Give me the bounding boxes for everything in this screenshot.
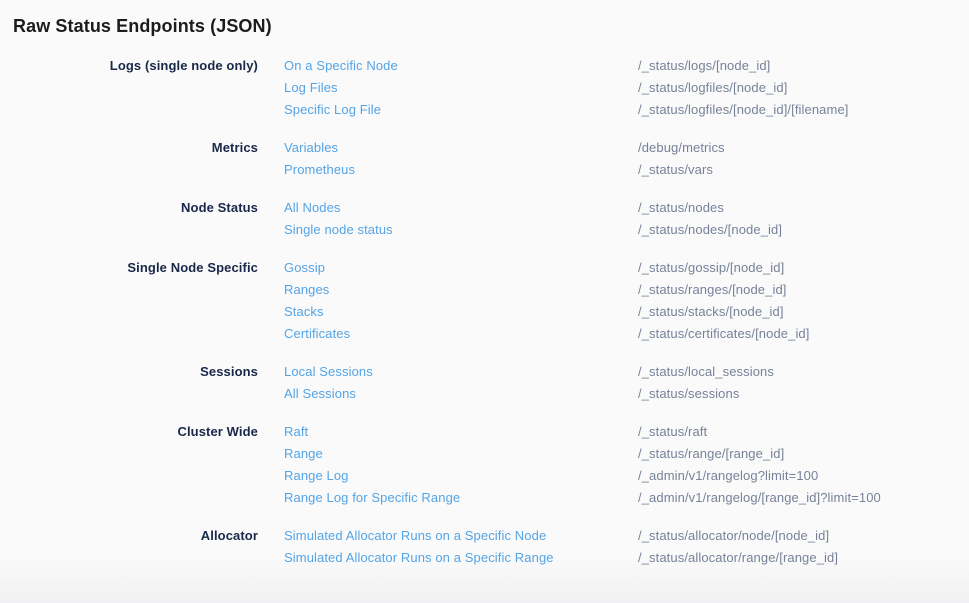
endpoint-group: Cluster Wide Raft /_status/raft Range /_…	[0, 421, 969, 509]
endpoint-path: /_status/certificates/[node_id]	[638, 323, 969, 345]
endpoint-path: /_status/range/[range_id]	[638, 443, 969, 465]
endpoint-path: /_status/stacks/[node_id]	[638, 301, 969, 323]
endpoint-path: /_status/nodes	[638, 197, 969, 219]
endpoint-link[interactable]: Range	[284, 443, 638, 465]
category-label: Metrics	[0, 137, 258, 181]
endpoint-link[interactable]: Range Log for Specific Range	[284, 487, 638, 509]
endpoint-row: Range /_status/range/[range_id]	[258, 443, 969, 465]
endpoint-path: /_status/logfiles/[node_id]	[638, 77, 969, 99]
category-label: Allocator	[0, 525, 258, 569]
endpoint-row: Simulated Allocator Runs on a Specific R…	[258, 547, 969, 569]
endpoint-group: Logs (single node only) On a Specific No…	[0, 55, 969, 121]
endpoint-path: /debug/metrics	[638, 137, 969, 159]
endpoint-link[interactable]: Range Log	[284, 465, 638, 487]
endpoint-link[interactable]: Log Files	[284, 77, 638, 99]
endpoint-link[interactable]: Simulated Allocator Runs on a Specific R…	[284, 547, 638, 569]
endpoint-path: /_status/nodes/[node_id]	[638, 219, 969, 241]
endpoint-group: Allocator Simulated Allocator Runs on a …	[0, 525, 969, 569]
raw-status-endpoints-page: Raw Status Endpoints (JSON) Logs (single…	[0, 0, 969, 569]
endpoint-row: Prometheus /_status/vars	[258, 159, 969, 181]
endpoint-path: /_status/ranges/[node_id]	[638, 279, 969, 301]
endpoint-link[interactable]: Specific Log File	[284, 99, 638, 121]
endpoint-row: All Nodes /_status/nodes	[258, 197, 969, 219]
group-rows: Raft /_status/raft Range /_status/range/…	[258, 421, 969, 509]
endpoint-row: Ranges /_status/ranges/[node_id]	[258, 279, 969, 301]
endpoint-row: All Sessions /_status/sessions	[258, 383, 969, 405]
endpoint-row: Certificates /_status/certificates/[node…	[258, 323, 969, 345]
endpoint-link[interactable]: Simulated Allocator Runs on a Specific N…	[284, 525, 638, 547]
endpoint-link[interactable]: Ranges	[284, 279, 638, 301]
endpoint-link[interactable]: Variables	[284, 137, 638, 159]
endpoint-path: /_status/vars	[638, 159, 969, 181]
endpoint-path: /_status/gossip/[node_id]	[638, 257, 969, 279]
endpoint-link[interactable]: Single node status	[284, 219, 638, 241]
category-label: Cluster Wide	[0, 421, 258, 509]
endpoint-row: Gossip /_status/gossip/[node_id]	[258, 257, 969, 279]
endpoint-row: Stacks /_status/stacks/[node_id]	[258, 301, 969, 323]
category-label: Sessions	[0, 361, 258, 405]
endpoint-row: On a Specific Node /_status/logs/[node_i…	[258, 55, 969, 77]
endpoint-link[interactable]: Certificates	[284, 323, 638, 345]
group-rows: Gossip /_status/gossip/[node_id] Ranges …	[258, 257, 969, 345]
endpoint-path: /_admin/v1/rangelog/[range_id]?limit=100	[638, 487, 969, 509]
endpoint-group: Single Node Specific Gossip /_status/gos…	[0, 257, 969, 345]
page-title: Raw Status Endpoints (JSON)	[13, 14, 969, 38]
endpoint-group: Sessions Local Sessions /_status/local_s…	[0, 361, 969, 405]
endpoint-path: /_status/logfiles/[node_id]/[filename]	[638, 99, 969, 121]
endpoint-group: Node Status All Nodes /_status/nodes Sin…	[0, 197, 969, 241]
endpoint-row: Range Log for Specific Range /_admin/v1/…	[258, 487, 969, 509]
endpoint-path: /_status/allocator/node/[node_id]	[638, 525, 969, 547]
endpoint-link[interactable]: On a Specific Node	[284, 55, 638, 77]
category-label: Logs (single node only)	[0, 55, 258, 121]
group-rows: On a Specific Node /_status/logs/[node_i…	[258, 55, 969, 121]
endpoint-group: Metrics Variables /debug/metrics Prometh…	[0, 137, 969, 181]
endpoint-path: /_status/sessions	[638, 383, 969, 405]
endpoint-path: /_status/local_sessions	[638, 361, 969, 383]
endpoint-path: /_admin/v1/rangelog?limit=100	[638, 465, 969, 487]
group-rows: Variables /debug/metrics Prometheus /_st…	[258, 137, 969, 181]
endpoint-row: Simulated Allocator Runs on a Specific N…	[258, 525, 969, 547]
category-label: Single Node Specific	[0, 257, 258, 345]
group-rows: Local Sessions /_status/local_sessions A…	[258, 361, 969, 405]
endpoint-row: Single node status /_status/nodes/[node_…	[258, 219, 969, 241]
group-rows: All Nodes /_status/nodes Single node sta…	[258, 197, 969, 241]
endpoint-row: Raft /_status/raft	[258, 421, 969, 443]
endpoint-link[interactable]: Stacks	[284, 301, 638, 323]
endpoint-link[interactable]: All Nodes	[284, 197, 638, 219]
endpoint-row: Log Files /_status/logfiles/[node_id]	[258, 77, 969, 99]
endpoint-path: /_status/allocator/range/[range_id]	[638, 547, 969, 569]
endpoint-link[interactable]: Raft	[284, 421, 638, 443]
endpoint-groups: Logs (single node only) On a Specific No…	[0, 55, 969, 569]
group-rows: Simulated Allocator Runs on a Specific N…	[258, 525, 969, 569]
endpoint-link[interactable]: Local Sessions	[284, 361, 638, 383]
endpoint-row: Range Log /_admin/v1/rangelog?limit=100	[258, 465, 969, 487]
endpoint-path: /_status/raft	[638, 421, 969, 443]
endpoint-row: Variables /debug/metrics	[258, 137, 969, 159]
endpoint-row: Local Sessions /_status/local_sessions	[258, 361, 969, 383]
endpoint-link[interactable]: Prometheus	[284, 159, 638, 181]
endpoint-row: Specific Log File /_status/logfiles/[nod…	[258, 99, 969, 121]
endpoint-link[interactable]: Gossip	[284, 257, 638, 279]
endpoint-path: /_status/logs/[node_id]	[638, 55, 969, 77]
endpoint-link[interactable]: All Sessions	[284, 383, 638, 405]
category-label: Node Status	[0, 197, 258, 241]
